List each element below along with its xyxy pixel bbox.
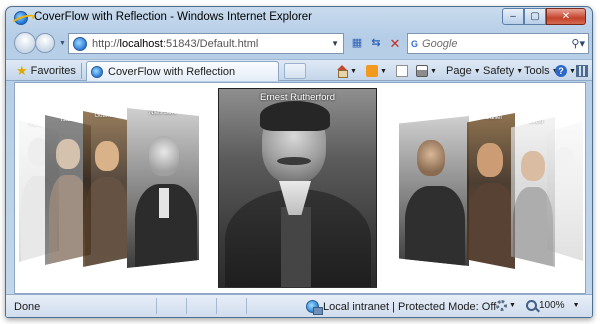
- zoom-level: 100%: [539, 300, 565, 311]
- help-icon: ?: [555, 65, 567, 77]
- selected-cover-caption: Ernest Rutherford: [260, 92, 335, 103]
- star-icon: ★: [16, 63, 28, 78]
- address-input[interactable]: http://localhost:51843/Default.html: [92, 38, 258, 50]
- close-button[interactable]: ✕: [546, 8, 586, 25]
- help-button[interactable]: ? ▼: [555, 62, 576, 80]
- page-menu-label: Page: [446, 65, 472, 77]
- tools-menu-label: Tools: [524, 65, 550, 77]
- toolbar-divider: [81, 63, 82, 79]
- cover-item[interactable]: o Galilei: [467, 113, 515, 269]
- recent-pages-chevron-icon[interactable]: ▼: [59, 40, 66, 47]
- tab-page-icon: [91, 65, 103, 78]
- status-bar: Done Local intranet | Protected Mode: Of…: [6, 294, 592, 317]
- research-button[interactable]: [576, 62, 588, 80]
- rss-icon: [366, 65, 378, 77]
- status-panes: [156, 298, 276, 314]
- back-button[interactable]: [14, 32, 36, 54]
- refresh-icon[interactable]: ⇆: [368, 35, 384, 52]
- compatibility-view-icon[interactable]: ▦: [349, 35, 365, 52]
- search-box[interactable]: G Google ⚲▾: [407, 33, 589, 54]
- address-dropdown-icon[interactable]: ▼: [331, 39, 339, 48]
- tools-menu[interactable]: Tools▼: [524, 62, 559, 80]
- cover-caption: Niels Bohr: [149, 110, 177, 116]
- safety-menu[interactable]: Safety ▼: [483, 62, 523, 80]
- cover-caption: o Galilei: [480, 115, 502, 121]
- new-tab-button[interactable]: [284, 63, 306, 79]
- page-settings-button[interactable]: ▼: [496, 300, 516, 311]
- cover-caption: Gottfried: [94, 113, 118, 119]
- forward-button[interactable]: [35, 33, 55, 53]
- mail-icon: [396, 65, 408, 77]
- maximize-button[interactable]: ▢: [524, 8, 546, 25]
- home-icon: [336, 65, 348, 78]
- cover-item[interactable]: [547, 121, 583, 261]
- status-text: Done: [14, 301, 41, 313]
- command-bar: ★ Favorites CoverFlow with Reflection ▼ …: [6, 59, 592, 81]
- page-menu[interactable]: Page ▼: [446, 62, 481, 80]
- gear-icon: [496, 300, 507, 311]
- feeds-button[interactable]: ▼: [366, 62, 387, 80]
- cover-item-niels-bohr[interactable]: Niels Bohr: [127, 108, 199, 268]
- search-input[interactable]: Google: [422, 38, 571, 50]
- minimize-button[interactable]: –: [502, 8, 524, 25]
- caption-buttons: – ▢ ✕: [502, 8, 586, 25]
- research-icon: [576, 65, 588, 77]
- zoom-icon: [526, 300, 537, 311]
- google-icon: G: [411, 38, 419, 49]
- page-icon: [73, 36, 87, 51]
- print-button[interactable]: ▼: [416, 62, 437, 80]
- intranet-globe-icon: [306, 300, 323, 315]
- coverflow-viewport: Albert E Isaac Gottfried Niels Bohr Erne…: [14, 82, 586, 294]
- stop-icon[interactable]: ✕: [387, 35, 403, 52]
- cover-caption: n Giusti: [522, 119, 544, 125]
- search-icon[interactable]: ⚲▾: [571, 37, 585, 50]
- favorites-button[interactable]: ★ Favorites: [12, 62, 80, 79]
- navigation-bar: ▼ http://localhost:51843/Default.html ▼ …: [6, 29, 592, 59]
- cover-item[interactable]: Gottfried: [83, 111, 129, 267]
- security-zone-label: Local intranet | Protected Mode: Off: [323, 300, 497, 313]
- tab-coverflow[interactable]: CoverFlow with Reflection: [86, 61, 279, 81]
- printer-icon: [416, 65, 428, 77]
- reflection-fade: [15, 287, 585, 293]
- read-mail-button[interactable]: [396, 62, 408, 80]
- cover-item-hawking[interactable]: [399, 116, 469, 266]
- cover-item-selected[interactable]: Ernest Rutherford: [218, 88, 377, 288]
- safety-menu-label: Safety: [483, 65, 515, 77]
- window-title: CoverFlow with Reflection - Windows Inte…: [34, 11, 313, 23]
- security-zone[interactable]: Local intranet | Protected Mode: Off: [306, 300, 497, 315]
- favorites-label: Favorites: [30, 64, 76, 77]
- tab-label: CoverFlow with Reflection: [108, 65, 236, 78]
- address-bar[interactable]: http://localhost:51843/Default.html ▼: [68, 33, 344, 54]
- ie-window: CoverFlow with Reflection - Windows Inte…: [5, 6, 593, 318]
- title-bar: CoverFlow with Reflection - Windows Inte…: [6, 7, 592, 29]
- zoom-button[interactable]: 100% ▼: [526, 300, 580, 311]
- ie-logo-icon: [14, 11, 28, 25]
- home-button[interactable]: ▼: [336, 62, 357, 80]
